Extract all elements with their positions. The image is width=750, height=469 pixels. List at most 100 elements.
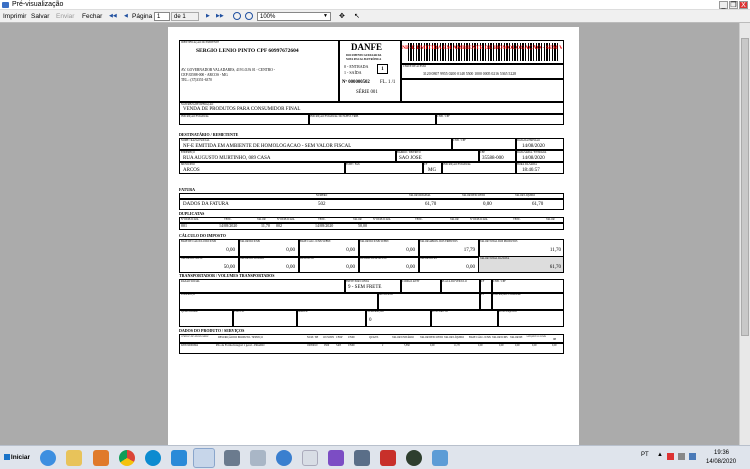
vertical-scrollbar[interactable] [739, 23, 750, 445]
zoom-out-icon[interactable] [245, 12, 253, 20]
clock-time[interactable]: 19:36 [714, 449, 729, 457]
invoice-discount-label: VALOR DESCONTO [462, 194, 486, 197]
plate-label: PLACA DO VEÍCULO [442, 280, 467, 283]
transport-ie-label: INSCRIÇÃO ESTADUAL [493, 293, 522, 296]
last-page-icon[interactable]: ▶▶ [216, 12, 224, 21]
product-cell: UNID [348, 344, 355, 347]
first-page-icon[interactable]: ◀◀ [109, 12, 117, 21]
uf-value: MG [428, 168, 437, 173]
close-preview-button[interactable]: Fechar [82, 12, 102, 21]
save-button[interactable]: Salvar [31, 12, 49, 21]
antivirus-icon[interactable] [667, 453, 674, 460]
product-cell: Pão de Forma Integral 1 geral - PRADO [216, 343, 265, 347]
ie-icon[interactable] [40, 450, 56, 466]
city-value: ARCOS [183, 168, 200, 173]
explorer-icon[interactable] [66, 450, 82, 466]
zoom-dropdown-icon[interactable]: ▼ [323, 13, 328, 20]
duplicates-section: DUPLICATAS [179, 211, 205, 216]
issuer-phone: TEL.: (37)3351-6370 [181, 78, 212, 82]
product-header: ALÍQUOTAS ICMS [526, 335, 546, 338]
danfe-page: IDENTIFICAÇÃO DO EMITENTE SERGIO LENIO P… [168, 27, 579, 445]
dup-header: VALOR [546, 218, 555, 221]
invoice-net-value: 61,70 [532, 202, 544, 207]
notepad-icon[interactable] [250, 450, 266, 466]
scrollbar-thumb[interactable] [741, 38, 749, 336]
entry-option: 0 - ENTRADA [344, 64, 369, 69]
product-header: UNID [348, 336, 355, 339]
close-button[interactable]: X [739, 1, 748, 9]
invoice-box [179, 193, 564, 210]
page-input[interactable]: 1 [154, 12, 170, 21]
tax-value: 0,00 [286, 265, 295, 270]
tax-label: VALOR APROX. DOS TRIBUTOS [420, 240, 458, 243]
tray-arrow-icon[interactable]: ▲ [657, 451, 663, 459]
volume-icon[interactable] [678, 453, 685, 460]
language-indicator[interactable]: PT [641, 451, 649, 459]
product-header: DESCRIÇÃO DO PRODUTO / SERVIÇO [218, 336, 263, 339]
doc-icon[interactable] [302, 450, 318, 466]
send-button[interactable]: Enviar [56, 12, 74, 21]
tax-div-1 [238, 239, 240, 273]
vs-icon[interactable] [328, 450, 344, 466]
gross-weight-label: PESO BRUTO [432, 310, 448, 313]
pointer-icon[interactable]: ↖ [354, 12, 360, 21]
dup-header: VENC. [224, 218, 232, 221]
vscode-icon[interactable] [171, 450, 187, 466]
consult-box [401, 79, 564, 102]
product-cell: 0,00 [478, 344, 483, 347]
tax-label: BASE CÁLC. ICMS SUBST. [300, 240, 332, 243]
tax-value: 0,00 [406, 265, 415, 270]
access-key-label: CHAVE DE ACESSO [403, 65, 427, 68]
dup-header: Nº DUPLICATA [181, 218, 199, 221]
recipient-ie-label: INSCRIÇÃO ESTADUAL [443, 163, 472, 166]
clock-date[interactable]: 14/08/2020 [706, 458, 736, 466]
zoom-select[interactable]: 100% [257, 12, 331, 21]
product-header: O/CSOSN [323, 336, 334, 339]
ie-label: INSCRIÇÃO ESTADUAL [181, 115, 210, 118]
dup-header: Nº DUPLICATA [470, 218, 488, 221]
start-button[interactable]: Iniciar [2, 449, 32, 466]
product-header: VALOR LÍQUIDO [444, 336, 465, 339]
grid-icon[interactable] [380, 450, 396, 466]
product-cell: 0,00 [430, 344, 435, 347]
app-icon-active[interactable] [193, 448, 215, 468]
tax-label: DESCONTO [300, 257, 314, 260]
homologation-watermark: NF-E EMITIDA EM AMBIENTE DE HOMOLOGAÇÃO … [402, 45, 562, 51]
tax-value: 17,79 [463, 248, 475, 253]
print-button[interactable]: Imprimir [3, 12, 26, 21]
dup-header: Nº DUPLICATA [373, 218, 391, 221]
invoice-discount-value: 0,00 [483, 202, 492, 207]
quantity-label: QUANTIDADE [181, 310, 199, 313]
maximize-button[interactable]: ❐ [729, 1, 738, 9]
window-icon[interactable] [432, 450, 448, 466]
tax-value: 50,00 [223, 265, 235, 270]
play-icon[interactable] [406, 450, 422, 466]
prev-page-icon[interactable]: ◀ [124, 12, 128, 21]
media-icon[interactable] [93, 450, 109, 466]
tool-icon[interactable] [354, 450, 370, 466]
windows-icon [3, 454, 10, 461]
danfe-title: DANFE [351, 42, 382, 52]
tax-value: 0,00 [226, 248, 235, 253]
app-icon [2, 2, 9, 8]
product-cell: 0,00 [552, 344, 557, 347]
next-page-icon[interactable]: ▶ [206, 12, 210, 21]
invoice-net-label: VALOR LÍQUIDO [515, 194, 536, 197]
transport-city-label: MUNICÍPIO [379, 293, 393, 296]
invoice-original-label: VALOR ORIGINAL [409, 194, 431, 197]
calc-icon[interactable] [224, 450, 240, 466]
issuer-address-1: AV. GOVERNADOR VALADARES, 419 LOJA 01 - … [181, 68, 275, 72]
monitor-icon[interactable] [689, 453, 696, 460]
chrome-icon[interactable] [119, 450, 135, 466]
recipient-cnpj-label: CNPJ / CPF [453, 139, 466, 142]
zoom-in-icon[interactable] [233, 12, 241, 20]
move-icon[interactable]: ✥ [339, 12, 345, 21]
minimize-button[interactable]: _ [719, 1, 728, 9]
network-icon[interactable] [276, 450, 292, 466]
product-header: VALOR ICMS [492, 336, 508, 339]
exit-time-value: 18:46:57 [522, 168, 540, 173]
product-header: CÓDIGO DO PROD./SERV. [181, 335, 209, 338]
edge-icon[interactable] [145, 450, 161, 466]
kind-label: ESPÉCIE [234, 310, 245, 313]
dup-header: Nº DUPLICATA [277, 218, 295, 221]
